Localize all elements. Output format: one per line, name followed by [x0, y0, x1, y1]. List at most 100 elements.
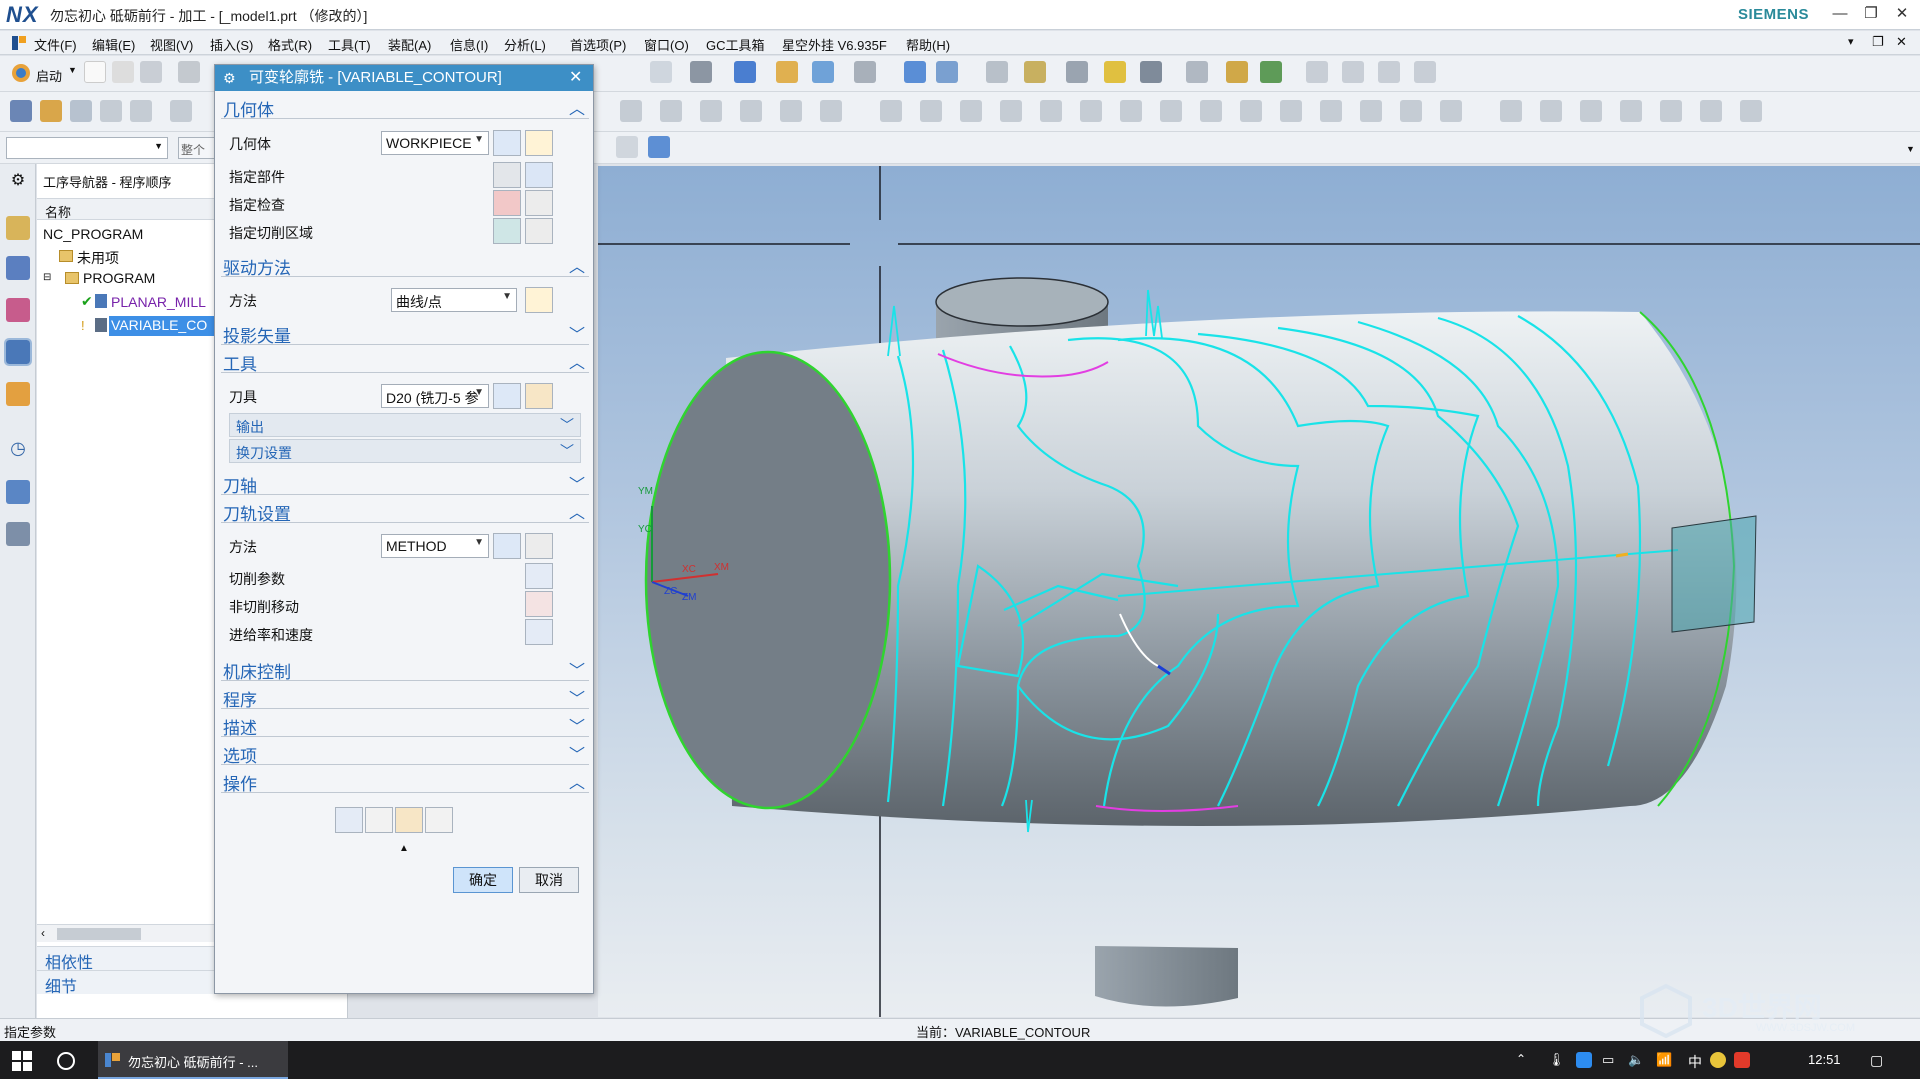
- generate-toolpath-icon[interactable]: [335, 807, 363, 833]
- menu-gc-toolbox[interactable]: GC工具箱: [706, 35, 765, 54]
- chevron-down-icon[interactable]: ﹀: [560, 441, 574, 461]
- menu-assembly[interactable]: 装配(A): [388, 35, 431, 54]
- edit-drive-wrench-icon[interactable]: [525, 287, 553, 313]
- chevron-down-icon[interactable]: ﹀: [569, 685, 585, 709]
- snap-box-icon[interactable]: [616, 136, 638, 158]
- tray-ime-label[interactable]: 中: [1688, 1052, 1702, 1072]
- collapse-dialog-icon[interactable]: ▲: [399, 843, 409, 854]
- section-projection-vector[interactable]: 投影矢量 ﹀: [221, 319, 589, 346]
- project-icon[interactable]: [1700, 100, 1722, 122]
- chevron-up-icon[interactable]: ︿: [569, 349, 585, 373]
- dialog-titlebar[interactable]: ⚙ 可变轮廓铣 - [VARIABLE_CONTOUR] ✕: [215, 65, 593, 91]
- ok-button[interactable]: 确定: [453, 867, 513, 893]
- toolpath-icon[interactable]: [170, 100, 192, 122]
- tool-select[interactable]: D20 (铣刀-5 参 ▼: [381, 384, 489, 408]
- menu-format[interactable]: 格式(R): [268, 35, 312, 54]
- save-icon[interactable]: [140, 61, 162, 83]
- cortana-search-icon[interactable]: [56, 1051, 76, 1071]
- chevron-up-icon[interactable]: ︿: [569, 95, 585, 119]
- list-toolpath-icon[interactable]: [425, 807, 453, 833]
- menu-close-icon[interactable]: ✕: [1896, 34, 1907, 50]
- new-method-icon[interactable]: [493, 533, 521, 559]
- hole-icon[interactable]: [1120, 100, 1142, 122]
- replay-toolpath-icon[interactable]: [365, 807, 393, 833]
- tray-battery-icon[interactable]: ▭: [1602, 1052, 1614, 1068]
- paste-icon[interactable]: [700, 100, 722, 122]
- replay-icon[interactable]: [100, 100, 122, 122]
- feeds-speeds-icon[interactable]: [525, 619, 553, 645]
- minimize-button[interactable]: —: [1825, 3, 1855, 25]
- circle-icon[interactable]: [1740, 100, 1762, 122]
- tray-network-icon[interactable]: 📶: [1656, 1052, 1672, 1068]
- scroll-left-icon[interactable]: ‹: [41, 926, 45, 940]
- machine-navigator-icon[interactable]: [6, 382, 30, 406]
- assembly-navigator-icon[interactable]: [6, 216, 30, 240]
- section-program[interactable]: 程序 ﹀: [221, 683, 589, 710]
- tool-change-subsection[interactable]: 换刀设置 ﹀: [229, 439, 581, 463]
- action-center-icon[interactable]: ▢: [1870, 1052, 1883, 1069]
- arrow-left-icon[interactable]: [960, 100, 982, 122]
- taskbar-nx-app[interactable]: 勿忘初心 砥砺前行 - ...: [98, 1041, 288, 1079]
- section-tool[interactable]: 工具 ︿: [221, 347, 589, 374]
- batch-icon[interactable]: [130, 100, 152, 122]
- non-cutting-moves-icon[interactable]: [525, 591, 553, 617]
- menu-insert[interactable]: 插入(S): [210, 35, 253, 54]
- display-part-flashlight-icon[interactable]: [525, 162, 553, 188]
- section-tool-axis[interactable]: 刀轴 ﹀: [221, 469, 589, 496]
- object-icon[interactable]: [820, 100, 842, 122]
- pattern-icon[interactable]: [1360, 100, 1382, 122]
- section-description[interactable]: 描述 ﹀: [221, 711, 589, 738]
- verify-toolpath-icon[interactable]: [395, 807, 423, 833]
- new-file-icon[interactable]: [84, 61, 106, 83]
- blend-icon[interactable]: [1200, 100, 1222, 122]
- menu-analysis[interactable]: 分析(L): [504, 35, 546, 54]
- select-cut-area-icon[interactable]: [493, 218, 521, 244]
- ruler-icon[interactable]: [1226, 61, 1248, 83]
- column-name-header[interactable]: 名称: [45, 202, 71, 221]
- measure-icon[interactable]: [1186, 61, 1208, 83]
- tree-row-unused[interactable]: 未用项: [77, 248, 119, 268]
- roles-icon[interactable]: [6, 522, 30, 546]
- layer-icon[interactable]: [776, 61, 798, 83]
- revolve-icon[interactable]: [1080, 100, 1102, 122]
- tool-output-subsection[interactable]: 输出 ﹀: [229, 413, 581, 437]
- menu-tools[interactable]: 工具(T): [328, 35, 371, 54]
- csys-icon[interactable]: [1378, 61, 1400, 83]
- grid-icon[interactable]: [1580, 100, 1602, 122]
- edit-icon[interactable]: [620, 100, 642, 122]
- point-icon[interactable]: [1306, 61, 1328, 83]
- new-tool-icon[interactable]: [493, 383, 521, 409]
- transform-icon[interactable]: [880, 100, 902, 122]
- model-view[interactable]: [598, 166, 1920, 1017]
- menu-plugin[interactable]: 星空外挂 V6.935F: [782, 35, 887, 54]
- boss-icon[interactable]: [1160, 100, 1182, 122]
- tray-sogou-icon[interactable]: [1734, 1052, 1750, 1068]
- menu-preferences[interactable]: 首选项(P): [570, 35, 626, 54]
- select-check-icon[interactable]: [493, 190, 521, 216]
- workpiece-icon[interactable]: [986, 61, 1008, 83]
- maximize-button[interactable]: ❐: [1856, 3, 1886, 25]
- undo-icon[interactable]: [920, 100, 942, 122]
- shaded-cube-icon[interactable]: [734, 61, 756, 83]
- tray-volume-icon[interactable]: 🔈: [1628, 1052, 1644, 1068]
- menu-minimize-icon[interactable]: ▾: [1848, 35, 1854, 48]
- start-icon[interactable]: [10, 62, 32, 84]
- menu-file[interactable]: 文件(F): [34, 35, 77, 54]
- copy-icon[interactable]: [660, 100, 682, 122]
- view-orient-icon[interactable]: [812, 61, 834, 83]
- mirror-icon[interactable]: [1400, 100, 1422, 122]
- chevron-up-icon[interactable]: ︿: [569, 769, 585, 793]
- start-dropdown-icon[interactable]: ▼: [68, 65, 77, 75]
- snap-cube-icon[interactable]: [648, 136, 670, 158]
- rectangle-icon[interactable]: [1440, 100, 1462, 122]
- selection-filter-input[interactable]: ▼: [6, 137, 168, 159]
- history-icon[interactable]: ◷: [6, 438, 30, 462]
- verify-path-icon[interactable]: [1104, 61, 1126, 83]
- dialog-gear-icon[interactable]: ⚙: [223, 65, 236, 91]
- chevron-down-icon[interactable]: ﹀: [569, 657, 585, 681]
- section-drive-method[interactable]: 驱动方法 ︿: [221, 251, 589, 278]
- tray-temperature-icon[interactable]: 🌡: [1548, 1052, 1565, 1068]
- background-icon[interactable]: [854, 61, 876, 83]
- arrow-right-icon[interactable]: [1000, 100, 1022, 122]
- menu-edit[interactable]: 编辑(E): [92, 35, 135, 54]
